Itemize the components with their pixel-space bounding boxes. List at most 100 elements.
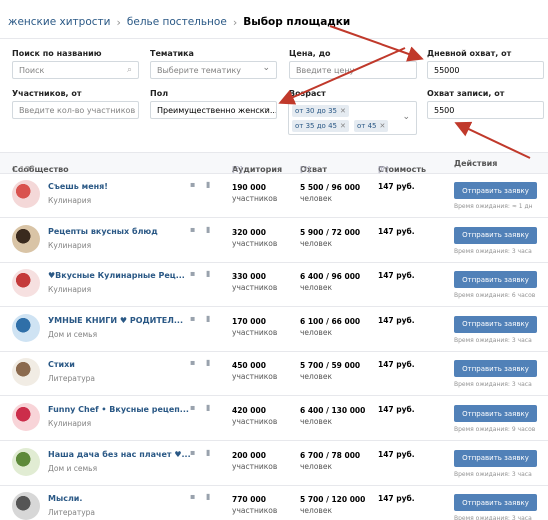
audience-unit: участников xyxy=(232,372,278,382)
reach-unit: человек xyxy=(300,461,332,471)
chevron-down-icon: ⌄ xyxy=(262,63,270,73)
col-actions: Действия xyxy=(454,159,498,168)
age-tag-label: от 35 до 45 xyxy=(295,122,337,130)
community-name[interactable]: ♥Вкусные Кулинарные Рец... xyxy=(48,271,185,280)
reach-unit: человек xyxy=(300,417,332,426)
send-request-button[interactable]: Отправить заявку xyxy=(454,494,537,512)
comment-icon[interactable]: ▪ xyxy=(190,314,195,323)
age-tag[interactable]: от 45 ✕ xyxy=(354,120,389,132)
community-name[interactable]: Стихи xyxy=(48,360,75,369)
stats-icon[interactable]: ▮ xyxy=(206,225,210,234)
community-name[interactable]: Мысли. xyxy=(48,494,82,503)
audience-cell: 170 000 участников xyxy=(232,316,277,338)
table-row: Съешь меня! Кулинария ▪ ▮ 190 000 участн… xyxy=(0,174,548,218)
reach-value: 5 500 / 96 000 xyxy=(300,183,361,192)
avatar[interactable] xyxy=(12,358,40,387)
table-row: ♥Вкусные Кулинарные Рец... Кулинария ▪ ▮… xyxy=(0,263,548,308)
send-request-button[interactable]: Отправить заявку xyxy=(454,271,537,289)
send-request-button[interactable]: Отправить заявку xyxy=(454,182,537,199)
avatar[interactable] xyxy=(12,403,40,431)
stats-icon[interactable]: ▮ xyxy=(206,180,210,189)
age-tag[interactable]: от 30 до 35 ✕ xyxy=(292,105,349,117)
comment-icon[interactable]: ▪ xyxy=(190,180,195,189)
wait-time: Время ожидания: ≈ 1 дн xyxy=(454,203,533,210)
stats-icon[interactable]: ▮ xyxy=(206,492,210,501)
stats-icon[interactable]: ▮ xyxy=(206,269,210,278)
close-icon[interactable]: ✕ xyxy=(340,107,346,115)
audience-unit: участников xyxy=(232,506,278,516)
community-name[interactable]: Рецепты вкусных блюд xyxy=(48,227,158,236)
daily-reach-input[interactable]: 55000 xyxy=(427,61,544,79)
audience-cell: 330 000 участников xyxy=(232,271,277,293)
reach-cell: 6 400 / 96 000 человек xyxy=(300,271,360,293)
page-title: Выбор площадки xyxy=(243,16,351,28)
audience-value: 450 000 xyxy=(232,361,266,371)
age-label: Возраст xyxy=(289,89,326,98)
comment-icon[interactable]: ▪ xyxy=(190,448,195,457)
reach-value: 6 400 / 130 000 xyxy=(300,406,366,415)
send-request-button[interactable]: Отправить заявку xyxy=(454,449,537,467)
audience-value: 770 000 xyxy=(232,495,266,505)
search-input[interactable]: Поиск ⌕ xyxy=(12,61,139,79)
send-request-button[interactable]: Отправить заявку xyxy=(454,315,537,333)
breadcrumb-item[interactable]: женские хитрости xyxy=(8,16,110,28)
help-icon[interactable]: [?] xyxy=(232,165,243,174)
community-name[interactable]: Съешь меня! xyxy=(48,182,108,191)
chevron-down-icon: ⌄ xyxy=(402,112,410,122)
avatar[interactable] xyxy=(12,224,40,253)
reach-cell: 6 700 / 78 000 человек xyxy=(300,450,360,472)
stats-icon[interactable]: ▮ xyxy=(206,314,210,323)
close-icon[interactable]: ✕ xyxy=(340,122,346,130)
table-row: Стихи Литература ▪ ▮ 450 000 участников … xyxy=(0,352,548,397)
avatar[interactable] xyxy=(12,492,40,520)
chevron-right-icon: › xyxy=(116,15,121,29)
age-tag-label: от 45 xyxy=(357,122,377,130)
community-name[interactable]: УМНЫЕ КНИГИ ♥ РОДИТЕЛ... xyxy=(48,316,183,325)
age-select[interactable]: от 30 до 35 ✕ от 35 до 45 ✕ от 45 ✕ ⌄ xyxy=(288,101,417,135)
community-count: 1 137 xyxy=(12,165,35,174)
comment-icon[interactable]: ▪ xyxy=(190,403,195,412)
wait-time: Время ожидания: 3 часа xyxy=(454,470,532,478)
reach-value: 6 400 / 96 000 xyxy=(300,272,361,282)
send-request-button[interactable]: Отправить заявку xyxy=(454,360,537,378)
reach-cell: 5 500 / 96 000 человек xyxy=(300,182,360,204)
cost-value: 147 руб. xyxy=(378,271,415,281)
members-label: Участников, от xyxy=(12,89,82,98)
send-request-button[interactable]: Отправить заявку xyxy=(454,405,537,422)
search-icon: ⌕ xyxy=(126,65,132,75)
comment-icon[interactable]: ▪ xyxy=(190,225,195,234)
topic-placeholder: Выберите тематику xyxy=(157,65,242,75)
chevron-right-icon: › xyxy=(232,15,238,29)
age-tag[interactable]: от 35 до 45 ✕ xyxy=(292,120,349,132)
audience-value: 170 000 xyxy=(232,316,266,326)
send-request-button[interactable]: Отправить заявку xyxy=(454,226,537,244)
community-name[interactable]: Наша дача без нас плачет ♥... xyxy=(48,450,191,459)
chevron-down-icon: ⌄ xyxy=(262,103,270,113)
audience-unit: участников xyxy=(232,238,278,248)
post-reach-input[interactable]: 5500 xyxy=(427,101,544,119)
help-icon[interactable]: [?] xyxy=(300,165,311,174)
stats-icon[interactable]: ▮ xyxy=(206,403,210,412)
community-category: Кулинария xyxy=(48,419,92,428)
comment-icon[interactable]: ▪ xyxy=(190,358,195,367)
breadcrumb-item[interactable]: белье постельное xyxy=(127,16,227,28)
close-icon[interactable]: ✕ xyxy=(380,122,386,130)
avatar[interactable] xyxy=(12,313,40,342)
stats-icon[interactable]: ▮ xyxy=(206,358,210,367)
members-input[interactable]: Введите кол-во участников xyxy=(12,101,139,119)
audience-unit: участников xyxy=(232,461,278,471)
help-icon[interactable]: [?] xyxy=(378,165,389,174)
community-category: Кулинария xyxy=(48,240,92,250)
community-name[interactable]: Funny Chef • Вкусные рецеп... xyxy=(48,405,189,414)
gender-select[interactable]: Преимущественно женски... ⌄ xyxy=(150,101,277,119)
price-input[interactable]: Введите цену xyxy=(289,61,417,79)
avatar[interactable] xyxy=(12,180,40,208)
topic-select[interactable]: Выберите тематику ⌄ xyxy=(150,61,277,79)
reach-unit: человек xyxy=(300,327,332,337)
comment-icon[interactable]: ▪ xyxy=(190,269,195,278)
avatar[interactable] xyxy=(12,269,40,298)
audience-value: 200 000 xyxy=(232,450,266,460)
avatar[interactable] xyxy=(12,447,40,476)
comment-icon[interactable]: ▪ xyxy=(190,492,195,501)
stats-icon[interactable]: ▮ xyxy=(206,448,210,457)
